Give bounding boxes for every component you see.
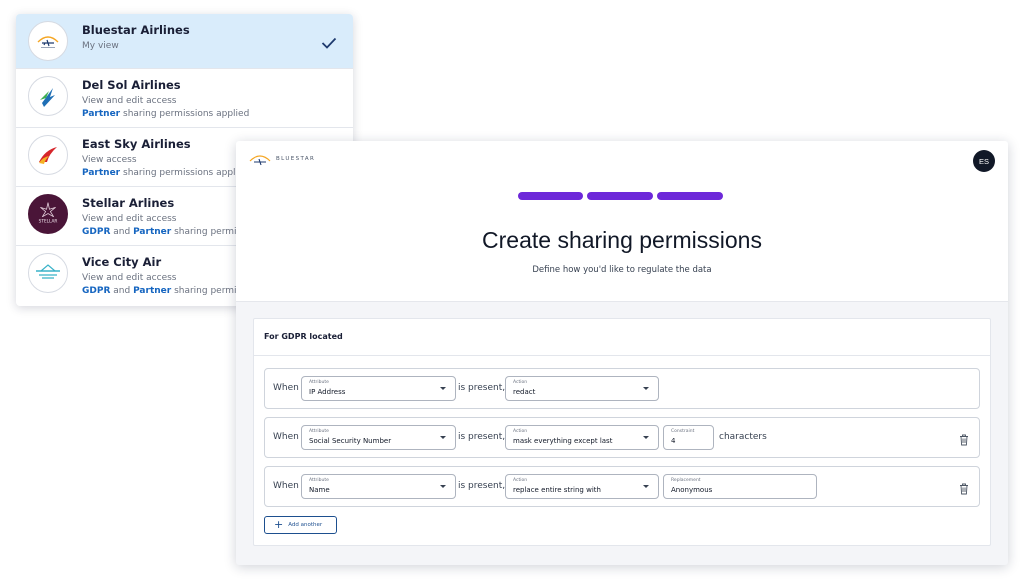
field-label: Action	[513, 478, 528, 483]
field-value: 4	[671, 437, 676, 445]
progress-step-2	[587, 192, 653, 200]
action-select[interactable]: Action redact	[505, 376, 659, 401]
field-label: Constraint	[671, 429, 695, 434]
field-label: Attribute	[309, 380, 329, 385]
when-label: When	[273, 383, 299, 393]
chevron-down-icon	[440, 436, 446, 439]
field-value: IP Address	[309, 388, 346, 396]
replacement-input[interactable]: Replacement Anonymous	[663, 474, 817, 499]
org-permissions: GDPR and Partner sharing permis	[82, 227, 242, 237]
progress-step-1	[518, 192, 583, 200]
constraint-input[interactable]: Constraint 4	[663, 425, 714, 450]
gdpr-tag: GDPR	[82, 286, 111, 296]
partner-tag: Partner	[82, 168, 121, 178]
org-access: My view	[82, 41, 119, 51]
add-another-button[interactable]: + Add another	[264, 516, 337, 534]
org-name: East Sky Airlines	[82, 137, 191, 151]
field-label: Attribute	[309, 429, 329, 434]
when-label: When	[273, 432, 299, 442]
wizard-progress	[518, 192, 723, 200]
bluestar-plane-icon	[249, 155, 271, 166]
trash-icon[interactable]	[959, 431, 969, 450]
rule-row: When Attribute IP Address is present, Ac…	[264, 368, 980, 409]
delsol-wing-logo	[28, 76, 68, 116]
svg-text:STELLAR: STELLAR	[39, 219, 58, 225]
org-name: Bluestar Airlines	[82, 23, 190, 37]
org-item-delsol[interactable]: Del Sol Airlines View and edit access Pa…	[16, 69, 353, 128]
stellar-logo: STELLAR	[28, 194, 68, 234]
gdpr-tag: GDPR	[82, 227, 111, 237]
progress-step-3	[657, 192, 723, 200]
partner-tag: Partner	[82, 109, 121, 119]
field-value: replace entire string with	[513, 486, 601, 494]
org-access: View and edit access	[82, 96, 177, 106]
field-label: Action	[513, 429, 528, 434]
rule-row: When Attribute Name is present, Action r…	[264, 466, 980, 507]
org-permissions: Partner sharing permissions applie	[82, 168, 244, 178]
org-name: Del Sol Airlines	[82, 78, 181, 92]
create-permissions-window: BLUESTAR ES Create sharing permissions D…	[236, 141, 1008, 565]
chevron-down-icon	[643, 485, 649, 488]
vicecity-logo	[28, 253, 68, 293]
org-access: View access	[82, 155, 137, 165]
field-label: Attribute	[309, 478, 329, 483]
org-name: Stellar Arlines	[82, 196, 175, 210]
field-value: Social Security Number	[309, 437, 392, 445]
checkmark-icon	[321, 34, 337, 53]
action-select[interactable]: Action replace entire string with	[505, 474, 659, 499]
is-present-label: is present,	[458, 481, 506, 491]
attribute-select[interactable]: Attribute Name	[301, 474, 456, 499]
field-value: Name	[309, 486, 330, 494]
field-value: redact	[513, 388, 536, 396]
org-access: View and edit access	[82, 214, 177, 224]
trash-icon[interactable]	[959, 480, 969, 499]
add-another-label: Add another	[288, 522, 323, 528]
page-header: BLUESTAR ES Create sharing permissions D…	[236, 141, 1008, 302]
page-title: Create sharing permissions	[482, 227, 762, 253]
eastsky-swoosh-logo	[28, 135, 68, 175]
chevron-down-icon	[643, 387, 649, 390]
page-subtitle: Define how you'd like to regulate the da…	[532, 265, 712, 275]
bluestar-plane-logo	[28, 21, 68, 61]
rules-card: For GDPR located When Attribute IP Addre…	[253, 318, 991, 546]
org-item-bluestar[interactable]: Bluestar Airlines My view	[16, 14, 353, 69]
plus-icon: +	[274, 518, 284, 531]
org-permissions: Partner sharing permissions applied	[82, 109, 250, 119]
field-label: Replacement	[671, 478, 701, 483]
field-value: mask everything except last	[513, 437, 613, 445]
field-value: Anonymous	[671, 486, 713, 494]
org-access: View and edit access	[82, 273, 177, 283]
action-select[interactable]: Action mask everything except last	[505, 425, 659, 450]
partner-tag: Partner	[133, 227, 172, 237]
attribute-select[interactable]: Attribute Social Security Number	[301, 425, 456, 450]
is-present-label: is present,	[458, 432, 506, 442]
partner-tag: Partner	[133, 286, 172, 296]
card-title: For GDPR located	[254, 319, 990, 356]
org-permissions: GDPR and Partner sharing permis	[82, 286, 242, 296]
brand-logo[interactable]: BLUESTAR	[248, 152, 315, 166]
when-label: When	[273, 481, 299, 491]
is-present-label: is present,	[458, 383, 506, 393]
attribute-select[interactable]: Attribute IP Address	[301, 376, 456, 401]
org-name: Vice City Air	[82, 255, 162, 269]
chevron-down-icon	[643, 436, 649, 439]
field-label: Action	[513, 380, 528, 385]
chevron-down-icon	[440, 387, 446, 390]
characters-label: characters	[719, 432, 767, 442]
brand-name: BLUESTAR	[276, 155, 316, 162]
user-avatar[interactable]: ES	[973, 150, 995, 172]
chevron-down-icon	[440, 485, 446, 488]
rule-row: When Attribute Social Security Number is…	[264, 417, 980, 458]
